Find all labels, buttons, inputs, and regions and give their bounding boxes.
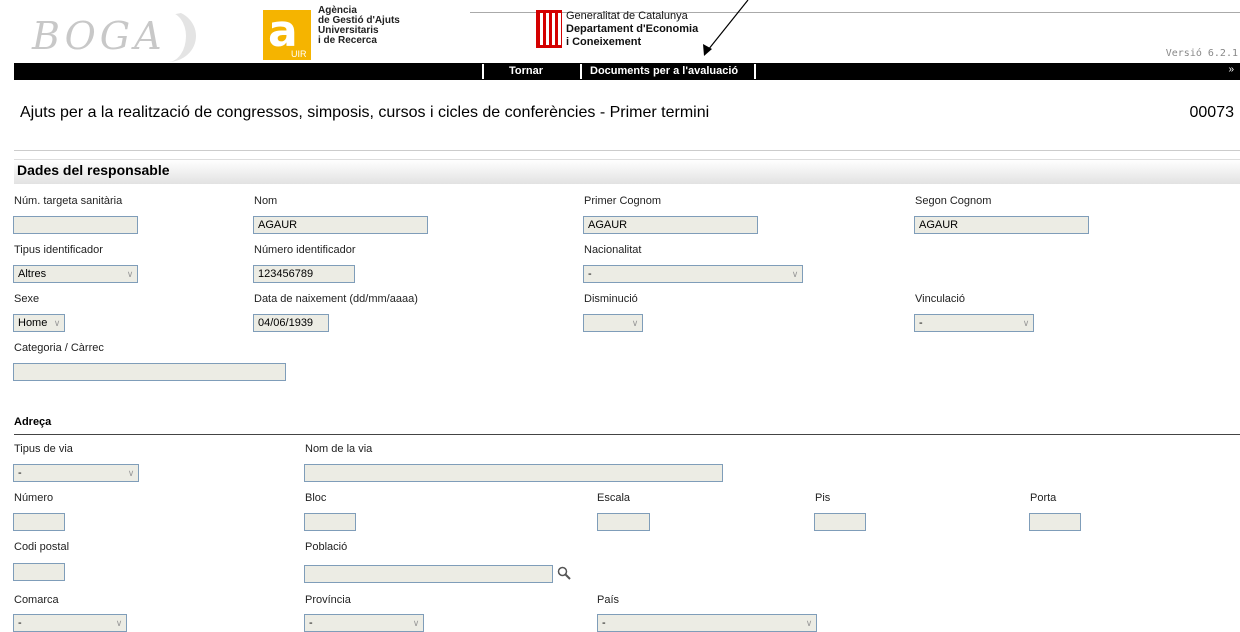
codi-postal-field[interactable] — [13, 563, 65, 581]
cognom1-field[interactable]: AGAUR — [583, 216, 758, 234]
sexe-label: Sexe — [14, 293, 40, 305]
cognom1-label: Primer Cognom — [584, 195, 662, 207]
data-naix-label: Data de naixement (dd/mm/aaaa) — [254, 293, 418, 305]
comarca-value: - — [18, 617, 22, 629]
pais-select[interactable]: - ∨ — [597, 614, 817, 632]
section-title: Dades del responsable — [17, 162, 170, 178]
num-id-label: Número identificador — [254, 244, 356, 256]
record-id: 00073 — [1189, 104, 1235, 121]
numero-field[interactable] — [13, 513, 65, 531]
tipus-via-value: - — [18, 467, 22, 479]
data-naix-field[interactable]: 04/06/1939 — [253, 314, 329, 332]
escala-field[interactable] — [597, 513, 650, 531]
porta-field[interactable] — [1029, 513, 1081, 531]
comarca-select[interactable]: - ∨ — [13, 614, 127, 632]
pis-field[interactable] — [814, 513, 866, 531]
poblacio-label: Població — [305, 541, 348, 553]
vinculacio-label: Vinculació — [915, 293, 965, 305]
chevron-down-icon: ∨ — [802, 615, 816, 631]
tsi-field[interactable] — [13, 216, 138, 234]
chevron-down-icon: ∨ — [409, 615, 423, 631]
tipus-id-value: Altres — [18, 268, 47, 280]
vinculacio-value: - — [919, 317, 923, 329]
bloc-label: Bloc — [305, 492, 327, 504]
provincia-select[interactable]: - ∨ — [304, 614, 424, 632]
numero-label: Número — [14, 492, 54, 504]
vinculacio-select[interactable]: - ∨ — [914, 314, 1034, 332]
tipus-via-label: Tipus de via — [14, 443, 73, 455]
sexe-select[interactable]: Home ∨ — [13, 314, 65, 332]
categoria-label: Categoria / Càrrec — [14, 342, 104, 354]
nom-via-field[interactable] — [304, 464, 723, 482]
disminucio-label: Disminució — [584, 293, 638, 305]
codi-postal-label: Codi postal — [14, 541, 70, 553]
nacionalitat-select[interactable]: - ∨ — [583, 265, 803, 283]
nacionalitat-label: Nacionalitat — [584, 244, 642, 256]
sexe-value: Home — [18, 317, 48, 329]
chevron-down-icon: ∨ — [112, 615, 126, 631]
provincia-label: Província — [305, 594, 351, 606]
comarca-label: Comarca — [14, 594, 59, 606]
tipus-via-select[interactable]: - ∨ — [13, 464, 139, 482]
disminucio-select[interactable]: ∨ — [583, 314, 643, 332]
section-header — [14, 159, 1240, 184]
nom-field[interactable]: AGAUR — [253, 216, 428, 234]
categoria-field[interactable] — [13, 363, 286, 381]
chevron-down-icon: ∨ — [628, 315, 642, 331]
tipus-id-select[interactable]: Altres ∨ — [13, 265, 138, 283]
nacionalitat-value: - — [588, 268, 592, 280]
cognom2-label: Segon Cognom — [915, 195, 992, 207]
chevron-down-icon: ∨ — [50, 315, 64, 331]
cognom2-field[interactable]: AGAUR — [914, 216, 1089, 234]
divider — [14, 434, 1240, 435]
page-title: Ajuts per a la realització de congressos… — [20, 104, 710, 121]
tipus-id-label: Tipus identificador — [14, 244, 103, 256]
address-title: Adreça — [14, 416, 52, 428]
chevron-down-icon: ∨ — [123, 266, 137, 282]
poblacio-field[interactable] — [304, 565, 553, 583]
chevron-down-icon: ∨ — [788, 266, 802, 282]
divider — [14, 150, 1240, 151]
nom-label: Nom — [254, 195, 278, 207]
search-icon[interactable] — [557, 566, 571, 583]
nom-via-label: Nom de la via — [305, 443, 373, 455]
pais-value: - — [602, 617, 606, 629]
pais-label: País — [597, 594, 620, 606]
tsi-label: Núm. targeta sanitària — [14, 195, 123, 207]
chevron-down-icon: ∨ — [1019, 315, 1033, 331]
pis-label: Pis — [815, 492, 831, 504]
provincia-value: - — [309, 617, 313, 629]
bloc-field[interactable] — [304, 513, 356, 531]
escala-label: Escala — [597, 492, 631, 504]
chevron-down-icon: ∨ — [124, 465, 138, 481]
num-id-field[interactable]: 123456789 — [253, 265, 355, 283]
porta-label: Porta — [1030, 492, 1057, 504]
